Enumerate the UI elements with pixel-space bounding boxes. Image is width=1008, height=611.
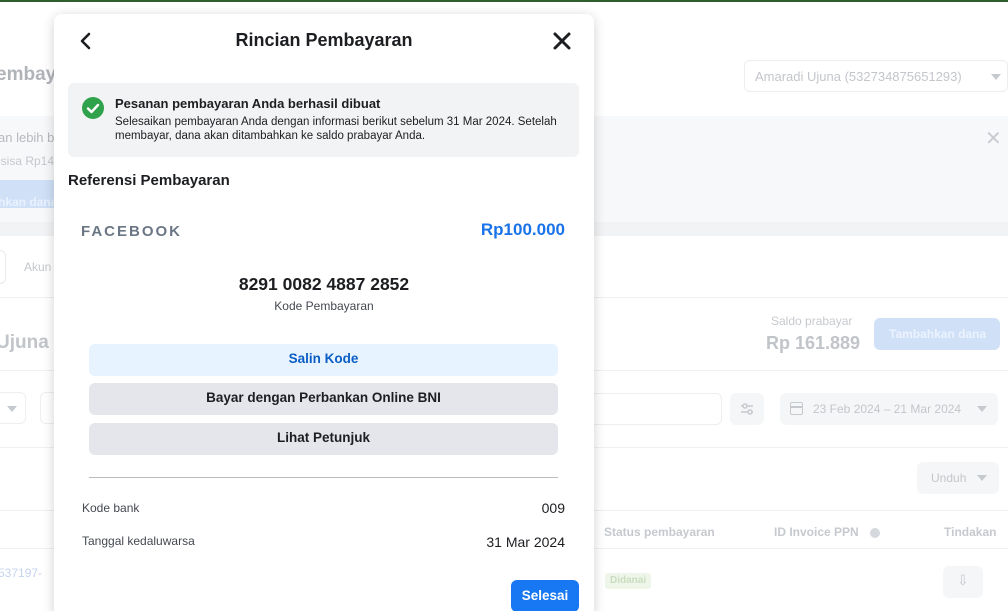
- expiry-date-label: Tanggal kedaluwarsa: [82, 534, 195, 548]
- info-icon[interactable]: [870, 528, 880, 538]
- dialog-title: Rincian Pembayaran: [235, 30, 413, 50]
- payment-code-label: Kode Pembayaran: [274, 299, 374, 313]
- calendar-icon: [790, 402, 803, 415]
- chevron-down-icon: [977, 475, 987, 481]
- add-funds-button[interactable]: Tambahkan dana: [874, 318, 1000, 350]
- success-body: Selesaikan pembayaran Anda dengan inform…: [115, 116, 557, 142]
- account-select[interactable]: Amaradi Ujuna (532734875651293): [744, 60, 1008, 92]
- section-title: Referensi Pembayaran: [68, 172, 230, 189]
- pay-online-bni-button[interactable]: Bayar dengan Perbankan Online BNI: [89, 383, 558, 415]
- banner-add-funds-button[interactable]: hkan dana: [0, 180, 58, 209]
- date-range-picker[interactable]: 23 Feb 2024 – 21 Mar 2024: [780, 393, 998, 425]
- chevron-down-icon: [7, 406, 17, 412]
- download-icon: ⇩: [957, 572, 969, 588]
- expiry-date-value: 31 Mar 2024: [486, 534, 565, 550]
- column-header-actions: Tindakan: [944, 525, 997, 539]
- filter-dropdown[interactable]: [0, 392, 26, 424]
- column-header-invoice[interactable]: ID Invoice PPN: [774, 525, 859, 539]
- tab-selected[interactable]: [0, 250, 6, 284]
- close-icon: [553, 32, 571, 50]
- download-button[interactable]: Unduh: [917, 462, 999, 494]
- chevron-down-icon: [991, 74, 1001, 80]
- copy-code-button[interactable]: Salin Kode: [89, 344, 558, 376]
- success-message: Pesanan pembayaran Anda berhasil dibuat …: [68, 83, 579, 157]
- column-header-status[interactable]: Status pembayaran: [604, 525, 715, 539]
- banner-line-2: isisa Rp14: [0, 154, 55, 168]
- payment-amount: Rp100.000: [480, 220, 565, 239]
- balance-value: Rp 161.889: [766, 333, 861, 353]
- status-badge-label: Didanai: [610, 575, 647, 586]
- payment-details-dialog: Rincian Pembayaran Pesanan pembayaran An…: [54, 14, 594, 611]
- bank-code-label: Kode bank: [82, 501, 140, 515]
- close-icon[interactable]: ✕: [985, 126, 1002, 151]
- tab-account[interactable]: Akun: [24, 260, 51, 274]
- success-title: Pesanan pembayaran Anda berhasil dibuat: [115, 96, 381, 111]
- close-button[interactable]: [550, 29, 574, 53]
- date-range-value: 23 Feb 2024 – 21 Mar 2024: [813, 402, 962, 416]
- chevron-down-icon: [977, 406, 987, 412]
- balance-label: Saldo prabayar: [771, 314, 853, 328]
- account-name: Ujuna (: [0, 332, 61, 353]
- payment-code: 8291 0082 4887 2852: [238, 274, 410, 294]
- download-receipt-button[interactable]: ⇩: [943, 566, 983, 598]
- facebook-logo: FACEBOOK: [81, 223, 183, 240]
- check-circle-icon: [82, 97, 104, 119]
- account-select-value: Amaradi Ujuna (532734875651293): [755, 69, 962, 84]
- status-badge: Didanai: [605, 573, 651, 589]
- view-instructions-button[interactable]: Lihat Petunjuk: [89, 423, 558, 455]
- divider: [89, 477, 558, 478]
- done-button[interactable]: Selesai: [511, 580, 579, 611]
- banner-line-1: an lebih b: [0, 130, 55, 145]
- search-field-right[interactable]: [594, 393, 722, 425]
- filter-settings-button[interactable]: [730, 393, 764, 425]
- add-funds-label: Tambahkan dana: [889, 327, 987, 341]
- sliders-icon: [741, 403, 753, 415]
- banner-button-label: hkan dana: [0, 195, 58, 209]
- transaction-id-link[interactable]: 537197-: [0, 566, 42, 580]
- download-label: Unduh: [931, 471, 967, 485]
- bank-code-value: 009: [541, 500, 565, 516]
